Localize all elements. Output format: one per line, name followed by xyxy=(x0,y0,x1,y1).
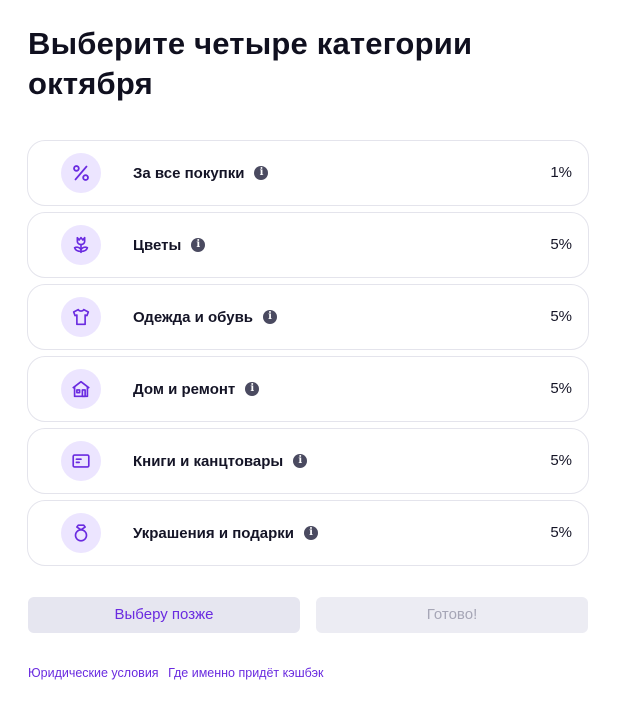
category-label: Одежда и обувь xyxy=(133,308,254,326)
house-icon xyxy=(61,369,101,409)
category-label: Украшения и подарки xyxy=(133,524,294,542)
cashback-percent: 5% xyxy=(550,452,572,469)
category-item-home[interactable]: Дом и ремонт i 5% xyxy=(27,356,589,422)
category-item-jewelry[interactable]: Украшения и подарки i 5% xyxy=(27,500,589,566)
percent-icon xyxy=(61,153,101,193)
tshirt-icon xyxy=(61,297,101,337)
legal-terms-link[interactable]: Юридические условия xyxy=(28,666,159,680)
page-title: Выберите четыре категории октября xyxy=(28,26,473,101)
category-item-flowers[interactable]: Цветы i 5% xyxy=(27,212,589,278)
category-label: Цветы xyxy=(133,236,182,254)
info-icon[interactable]: i xyxy=(254,166,269,180)
cashback-percent: 1% xyxy=(550,164,572,181)
book-icon xyxy=(61,441,101,481)
ring-icon xyxy=(61,513,101,553)
choose-later-button[interactable]: Выберу позже xyxy=(28,597,300,633)
footer-links: Юридические условия Где именно придёт кэ… xyxy=(28,666,330,680)
info-icon[interactable]: i xyxy=(293,454,308,468)
info-icon[interactable]: i xyxy=(245,382,260,396)
cashback-info-link[interactable]: Где именно придёт кэшбэк xyxy=(168,666,323,680)
action-buttons: Выберу позже Готово! xyxy=(28,597,588,633)
category-label: Дом и ремонт xyxy=(133,380,236,398)
category-item-books[interactable]: Книги и канцтовары i 5% xyxy=(27,428,589,494)
done-button[interactable]: Готово! xyxy=(316,597,588,633)
info-icon[interactable]: i xyxy=(304,526,318,540)
flower-icon xyxy=(61,225,101,265)
cashback-percent: 5% xyxy=(550,236,572,253)
cashback-percent: 5% xyxy=(550,524,572,541)
category-item-all-purchases[interactable]: За все покупки i 1% xyxy=(27,140,589,206)
cashback-percent: 5% xyxy=(550,308,572,325)
category-label: Книги и канцтовары xyxy=(133,452,284,470)
category-item-clothes[interactable]: Одежда и обувь i 5% xyxy=(27,284,589,350)
info-icon[interactable]: i xyxy=(263,310,278,324)
category-list: За все покупки i 1% Цветы i 5% Одежда и … xyxy=(27,140,589,572)
info-icon[interactable]: i xyxy=(191,238,206,252)
category-label: За все покупки xyxy=(133,164,245,182)
cashback-percent: 5% xyxy=(550,380,572,397)
